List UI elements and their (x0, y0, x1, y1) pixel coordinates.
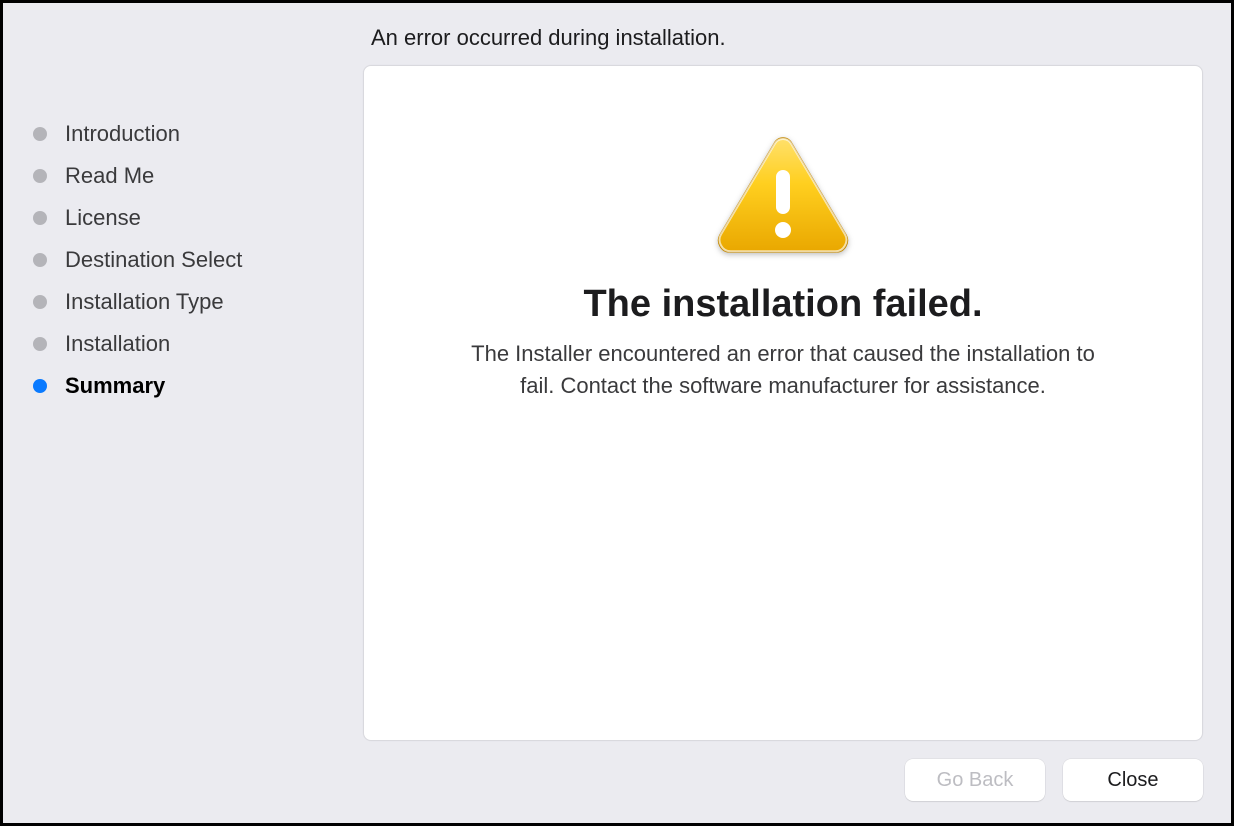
window-body: Introduction Read Me License Destination… (3, 3, 1231, 823)
installer-window: Introduction Read Me License Destination… (0, 0, 1234, 826)
step-list: Introduction Read Me License Destination… (33, 113, 343, 407)
step-license: License (33, 197, 343, 239)
bullet-icon (33, 295, 47, 309)
step-read-me: Read Me (33, 155, 343, 197)
step-introduction: Introduction (33, 113, 343, 155)
bullet-icon (33, 337, 47, 351)
step-label: License (65, 205, 141, 231)
go-back-button: Go Back (905, 759, 1045, 801)
step-destination-select: Destination Select (33, 239, 343, 281)
bullet-icon (33, 211, 47, 225)
bullet-icon (33, 127, 47, 141)
step-installation: Installation (33, 323, 343, 365)
step-label: Installation Type (65, 289, 224, 315)
step-sidebar: Introduction Read Me License Destination… (3, 3, 363, 823)
bullet-icon (33, 379, 47, 393)
main-column: An error occurred during installation. (363, 3, 1231, 823)
step-summary: Summary (33, 365, 343, 407)
step-label: Read Me (65, 163, 154, 189)
bullet-icon (33, 169, 47, 183)
warning-triangle-icon (713, 132, 853, 261)
step-installation-type: Installation Type (33, 281, 343, 323)
step-label: Installation (65, 331, 170, 357)
step-label: Destination Select (65, 247, 242, 273)
step-label: Summary (65, 373, 165, 399)
button-bar: Go Back Close (363, 741, 1203, 801)
close-button[interactable]: Close (1063, 759, 1203, 801)
step-label: Introduction (65, 121, 180, 147)
bullet-icon (33, 253, 47, 267)
content-panel: The installation failed. The Installer e… (363, 65, 1203, 741)
failure-body: The Installer encountered an error that … (453, 338, 1113, 402)
page-title: An error occurred during installation. (371, 25, 1203, 51)
failure-heading: The installation failed. (583, 283, 982, 326)
